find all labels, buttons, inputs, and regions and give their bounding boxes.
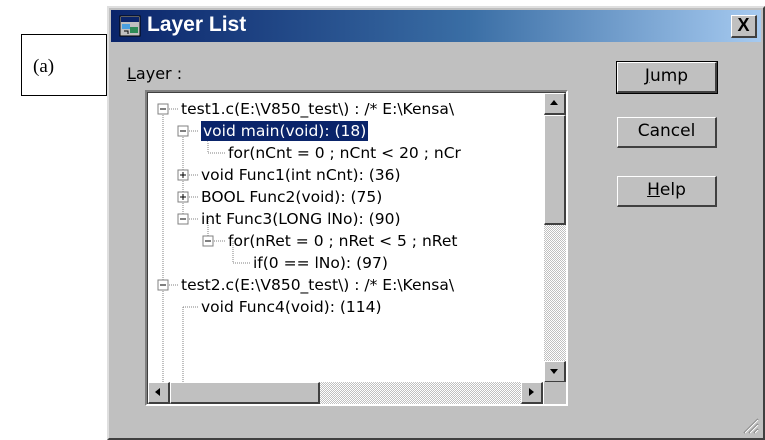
layer-label: Layer : <box>127 64 182 83</box>
tree-node-func1[interactable]: void Func1(int nCnt): (36) <box>201 165 401 185</box>
layer-label-mnemonic: L <box>127 64 136 83</box>
scroll-up-arrow-icon[interactable] <box>544 93 566 115</box>
tree-node-for-ncnt[interactable]: for(nCnt = 0 ; nCnt < 20 ; nCr <box>228 143 461 163</box>
horizontal-scroll-thumb[interactable] <box>170 382 320 404</box>
resize-grip-icon[interactable] <box>741 416 759 434</box>
scrollbar-corner <box>544 382 566 404</box>
tree-node-func2[interactable]: BOOL Func2(void): (75) <box>201 187 382 207</box>
vertical-scrollbar[interactable] <box>544 93 566 383</box>
scroll-down-arrow-icon[interactable] <box>544 361 566 383</box>
tree-inner: test1.c(E:\V850_test\) : /* E:\Kensa\ vo… <box>147 92 566 404</box>
tree-node-func4[interactable]: void Func4(void): (114) <box>201 297 382 317</box>
scroll-right-arrow-icon[interactable] <box>521 382 543 404</box>
title-bar[interactable]: Layer List X <box>111 10 761 42</box>
tree-node-func3[interactable]: int Func3(LONG lNo): (90) <box>201 209 401 229</box>
jump-button[interactable]: Jump <box>616 61 718 94</box>
tree-node-test1-c[interactable]: test1.c(E:\V850_test\) : /* E:\Kensa\ <box>181 99 454 119</box>
vertical-scroll-thumb[interactable] <box>544 115 566 225</box>
help-label: elp <box>659 180 686 200</box>
callout-label: (a) <box>33 56 55 77</box>
scroll-left-arrow-icon[interactable] <box>148 382 170 404</box>
help-mnemonic: H <box>647 180 660 200</box>
layer-tree-view[interactable]: test1.c(E:\V850_test\) : /* E:\Kensa\ vo… <box>145 90 568 406</box>
cancel-button[interactable]: Cancel <box>617 117 717 148</box>
dialog-title: Layer List <box>147 13 247 36</box>
app-window-icon <box>119 15 141 37</box>
horizontal-scrollbar[interactable] <box>148 382 543 404</box>
jump-label: ump <box>649 66 689 86</box>
tree-node-test2-c[interactable]: test2.c(E:\V850_test\) : /* E:\Kensa\ <box>181 275 454 295</box>
close-button[interactable]: X <box>731 15 757 38</box>
layer-label-text: ayer : <box>135 64 183 83</box>
layer-list-dialog: Layer List X Layer : test1.c(E:\V850_tes… <box>107 6 765 440</box>
tree-node-if-lno[interactable]: if(0 == lNo): (97) <box>253 253 388 273</box>
help-button[interactable]: Help <box>617 176 717 207</box>
tree-node-for-nret[interactable]: for(nRet = 0 ; nRet < 5 ; nRet <box>228 231 457 251</box>
tree-node-main[interactable]: void main(void): (18) <box>199 120 370 142</box>
